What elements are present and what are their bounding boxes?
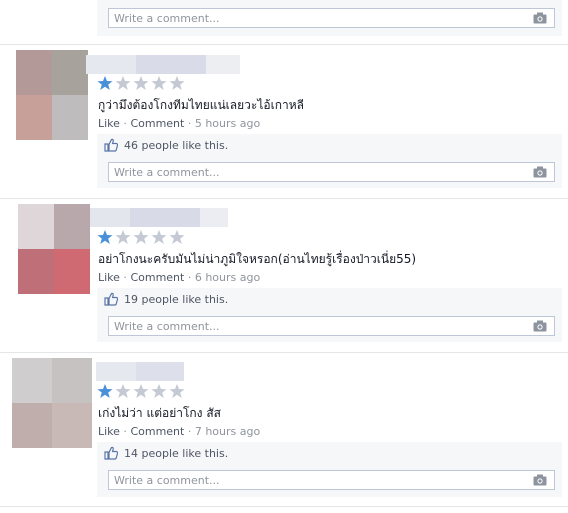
star-rating — [97, 383, 185, 401]
comment-input-placeholder: Write a comment... — [114, 12, 220, 25]
star-icon — [133, 230, 149, 244]
author-name-redacted[interactable] — [90, 208, 228, 227]
camera-icon[interactable] — [533, 166, 547, 178]
comment-text: กูว่ามึงต้องโกงทีมไทยแน่เลยวะไอ้เกาหลี — [98, 98, 304, 112]
timestamp[interactable]: 7 hours ago — [195, 425, 260, 438]
comment-input[interactable]: Write a comment... — [108, 162, 555, 182]
like-count[interactable]: 14 people like this. — [124, 447, 228, 460]
star-icon — [97, 384, 113, 398]
comment-text: เก่งไม่ว่า แต่อย่าโกง สัส — [98, 406, 221, 420]
star-icon — [133, 384, 149, 398]
divider — [0, 352, 568, 353]
star-icon — [169, 384, 185, 398]
star-icon — [169, 76, 185, 90]
avatar[interactable] — [16, 50, 88, 140]
star-icon — [115, 76, 131, 90]
star-icon — [151, 76, 167, 90]
like-link[interactable]: Like — [98, 425, 120, 438]
camera-icon[interactable] — [533, 12, 547, 24]
star-icon — [97, 76, 113, 90]
star-icon — [97, 230, 113, 244]
like-summary[interactable]: 46 people like this. — [104, 138, 228, 152]
comment-link[interactable]: Comment — [130, 425, 184, 438]
star-rating — [97, 75, 185, 93]
comment-input[interactable]: Write a comment... — [108, 316, 555, 336]
like-count[interactable]: 46 people like this. — [124, 139, 228, 152]
like-link[interactable]: Like — [98, 117, 120, 130]
star-icon — [169, 230, 185, 244]
comment-link[interactable]: Comment — [130, 117, 184, 130]
thumbs-up-icon — [104, 446, 118, 460]
camera-icon[interactable] — [533, 474, 547, 486]
divider — [0, 44, 568, 45]
author-name-redacted[interactable] — [86, 55, 240, 74]
author-name-redacted[interactable] — [96, 362, 184, 381]
thumbs-up-icon — [104, 292, 118, 306]
comment-meta: Like · Comment · 7 hours ago — [98, 425, 261, 438]
like-summary[interactable]: 14 people like this. — [104, 446, 228, 460]
star-rating — [97, 229, 185, 247]
timestamp[interactable]: 5 hours ago — [195, 117, 260, 130]
star-icon — [115, 384, 131, 398]
like-link[interactable]: Like — [98, 271, 120, 284]
comment-input-placeholder: Write a comment... — [114, 320, 220, 333]
avatar[interactable] — [18, 204, 90, 294]
comment-input[interactable]: Write a comment... — [108, 8, 555, 28]
comment-meta: Like · Comment · 5 hours ago — [98, 117, 261, 130]
divider — [0, 506, 568, 507]
star-icon — [115, 230, 131, 244]
camera-icon[interactable] — [533, 320, 547, 332]
star-icon — [151, 230, 167, 244]
avatar[interactable] — [12, 358, 92, 448]
comment-link[interactable]: Comment — [130, 271, 184, 284]
star-icon — [133, 76, 149, 90]
timestamp[interactable]: 6 hours ago — [195, 271, 260, 284]
like-summary[interactable]: 19 people like this. — [104, 292, 228, 306]
star-icon — [151, 384, 167, 398]
comment-text: อย่าโกงนะครับมันไม่น่าภูมิใจหรอก(อ่านไทย… — [98, 252, 417, 266]
thumbs-up-icon — [104, 138, 118, 152]
comment-meta: Like · Comment · 6 hours ago — [98, 271, 261, 284]
divider — [0, 198, 568, 199]
comment-input-placeholder: Write a comment... — [114, 474, 220, 487]
comment-input-placeholder: Write a comment... — [114, 166, 220, 179]
comment-input[interactable]: Write a comment... — [108, 470, 555, 490]
like-count[interactable]: 19 people like this. — [124, 293, 228, 306]
